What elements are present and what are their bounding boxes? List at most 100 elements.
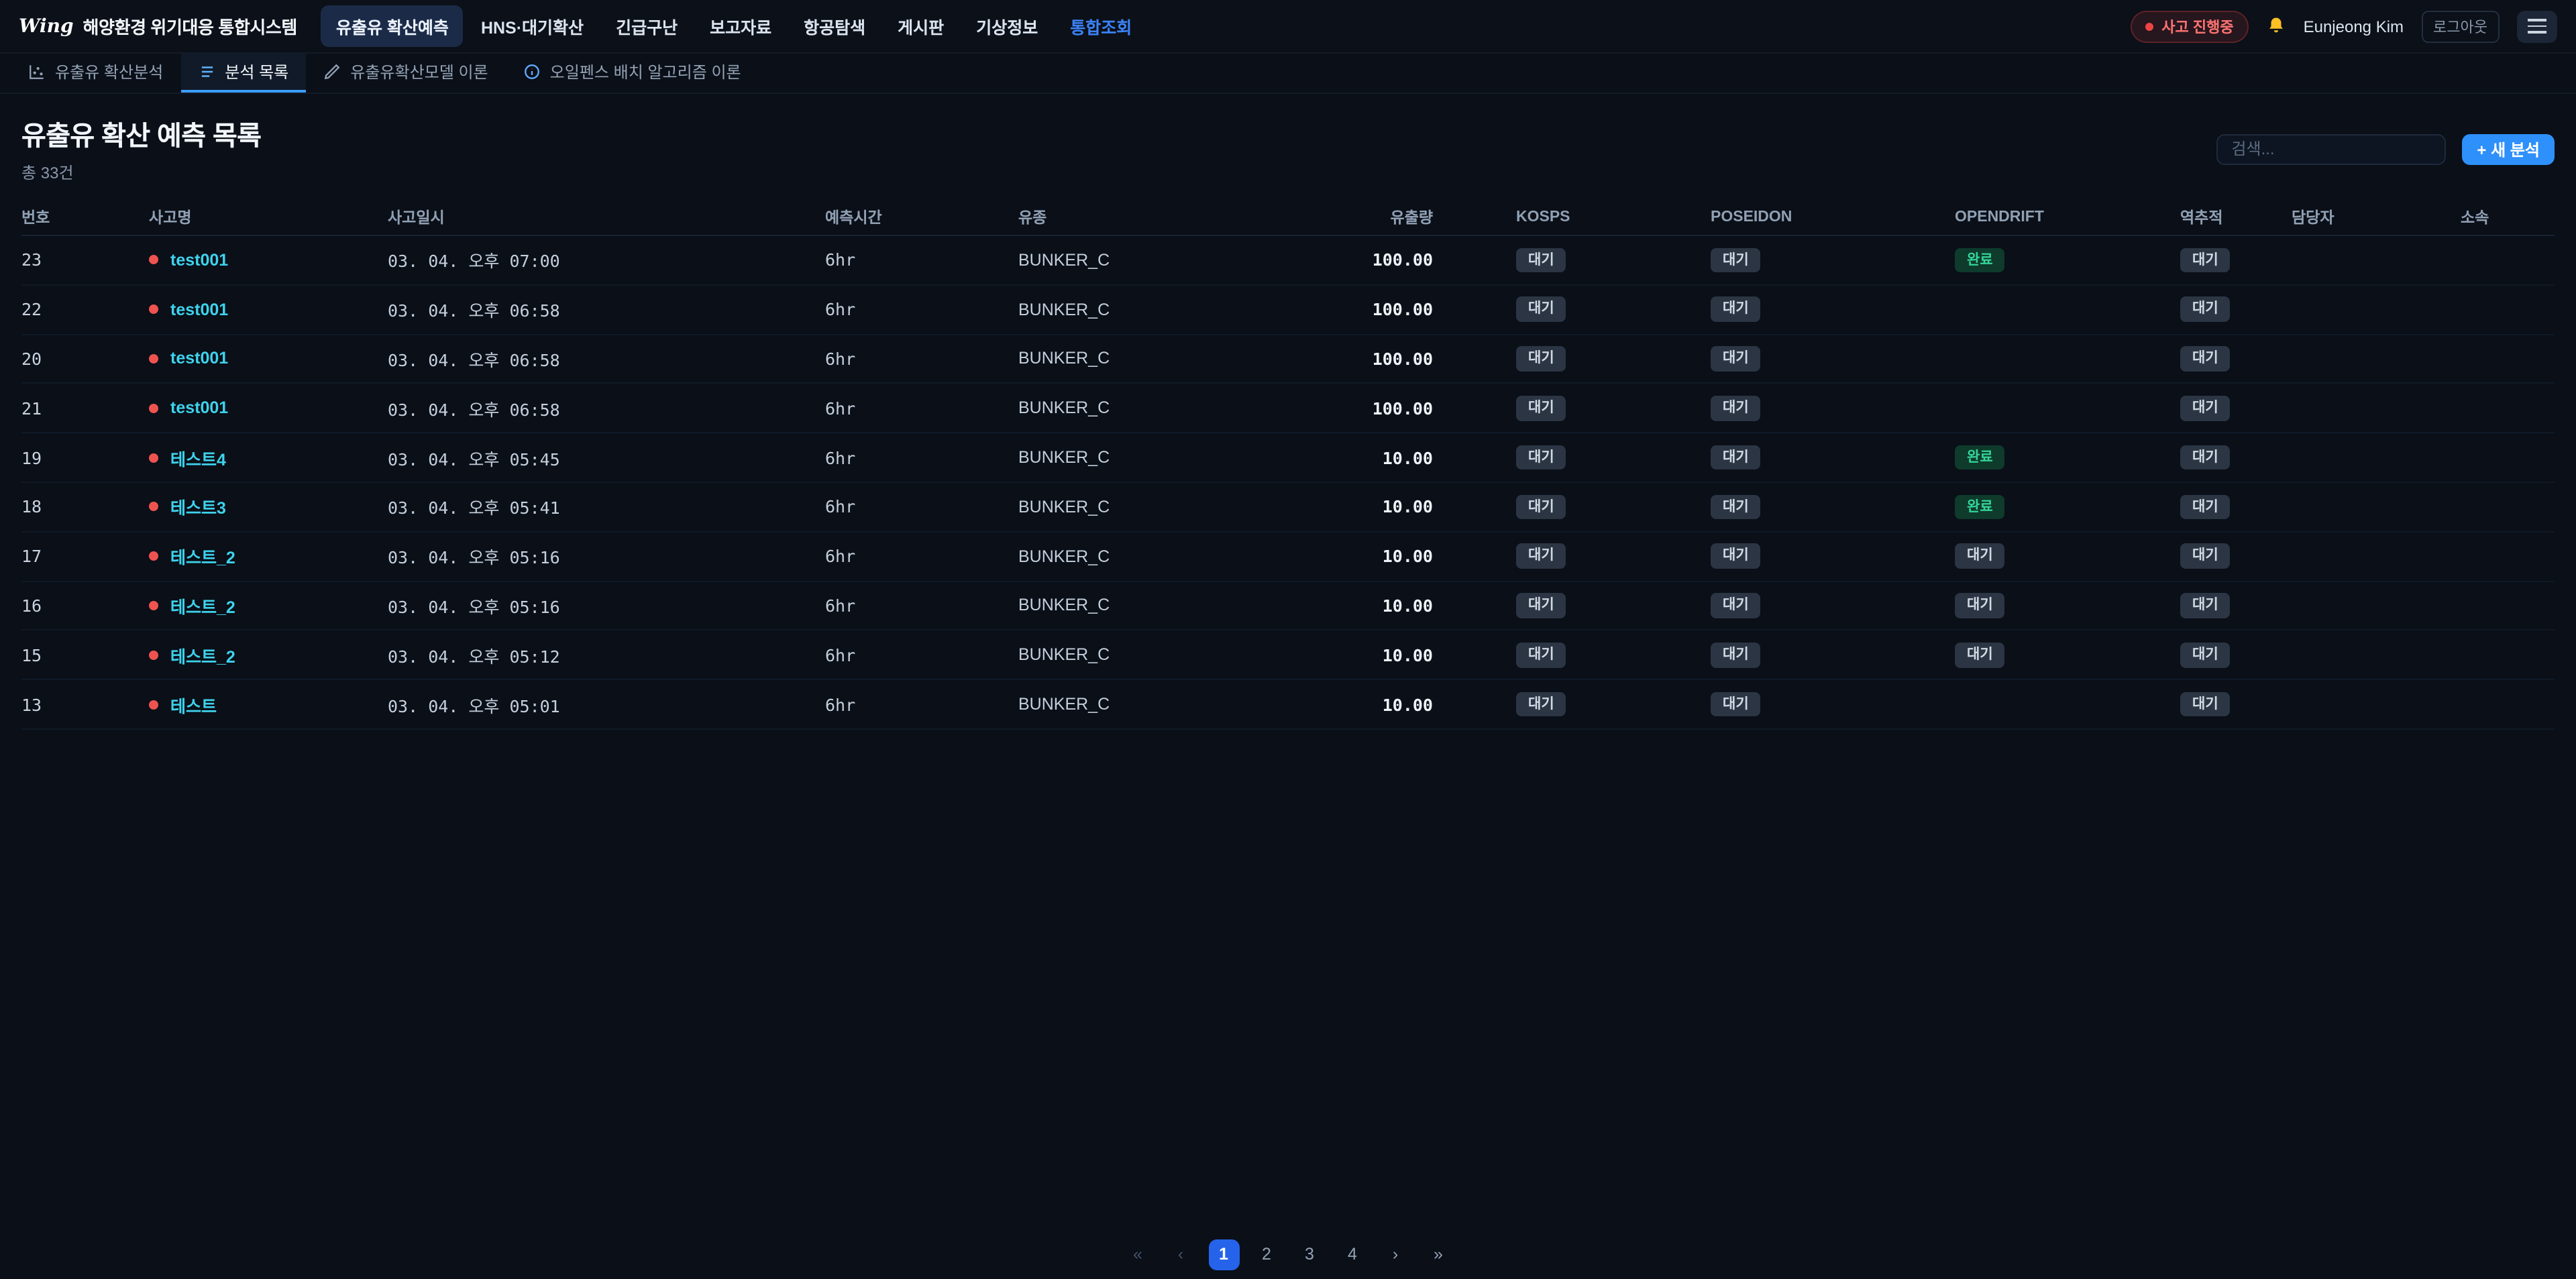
- incident-name-link[interactable]: 테스트_2: [170, 643, 235, 668]
- incident-name-link[interactable]: 테스트4: [170, 445, 226, 470]
- tab-1[interactable]: 분석 목록: [180, 54, 306, 93]
- cell-spill-amount: 10.00: [1273, 645, 1516, 665]
- nav-item-3[interactable]: 보고자료: [695, 5, 786, 47]
- cell-kosps-status: 대기: [1516, 494, 1711, 519]
- cell-datetime: 03. 04. 오후 05:16: [388, 543, 825, 569]
- pagination-next-button[interactable]: ›: [1380, 1239, 1411, 1270]
- pagination-page-3[interactable]: 3: [1294, 1239, 1325, 1270]
- status-badge-done: 완료: [1955, 494, 2005, 519]
- status-badge-wait: 대기: [1711, 494, 1761, 519]
- table-row[interactable]: 21test00103. 04. 오후 06:586hrBUNKER_C100.…: [21, 384, 2555, 434]
- pagination-prev-button[interactable]: ‹: [1165, 1239, 1196, 1270]
- cell-datetime: 03. 04. 오후 06:58: [388, 346, 825, 372]
- status-badge-wait: 대기: [1711, 297, 1761, 322]
- cell-backtrack-status: 대기: [2180, 297, 2292, 322]
- incident-name-link[interactable]: test001: [170, 300, 228, 319]
- table-row[interactable]: 19테스트403. 04. 오후 05:456hrBUNKER_C10.00대기…: [21, 433, 2555, 483]
- pagination-last-button[interactable]: »: [1423, 1239, 1454, 1270]
- cell-spill-amount: 10.00: [1273, 596, 1516, 616]
- cell-kosps-status: 대기: [1516, 643, 1711, 667]
- cell-forecast-hours: 6hr: [825, 398, 1018, 419]
- nav-item-4[interactable]: 항공탐색: [789, 5, 880, 47]
- menu-icon[interactable]: [2517, 10, 2557, 42]
- incident-name-link[interactable]: 테스트: [170, 691, 217, 717]
- table-body: 23test00103. 04. 오후 07:006hrBUNKER_C100.…: [21, 236, 2555, 730]
- table-row[interactable]: 17테스트_203. 04. 오후 05:166hrBUNKER_C10.00대…: [21, 533, 2555, 582]
- tab-label: 오일펜스 배치 알고리즘 이론: [550, 60, 741, 83]
- search-input[interactable]: [2216, 133, 2446, 164]
- table-row[interactable]: 18테스트303. 04. 오후 05:416hrBUNKER_C10.00대기…: [21, 483, 2555, 533]
- nav-item-5[interactable]: 게시판: [883, 5, 959, 47]
- status-badge-wait: 대기: [2180, 297, 2231, 322]
- nav-item-6[interactable]: 기상정보: [961, 5, 1053, 47]
- cell-no: 20: [21, 349, 149, 369]
- pen-line-icon: [323, 63, 341, 80]
- cell-datetime: 03. 04. 오후 05:41: [388, 494, 825, 520]
- table-row[interactable]: 13테스트03. 04. 오후 05:016hrBUNKER_C10.00대기대…: [21, 680, 2555, 730]
- cell-spill-amount: 10.00: [1273, 447, 1516, 467]
- pagination-first-button[interactable]: «: [1122, 1239, 1153, 1270]
- cell-backtrack-status: 대기: [2180, 544, 2292, 569]
- pagination-page-2[interactable]: 2: [1251, 1239, 1282, 1270]
- cell-poseidon-status: 대기: [1711, 396, 1955, 421]
- cell-oil-type: BUNKER_C: [1018, 498, 1273, 516]
- status-badge-wait: 대기: [2180, 692, 2231, 717]
- status-badge-wait: 대기: [1516, 692, 1566, 717]
- cell-incident-name: 테스트_2: [149, 543, 388, 569]
- cell-forecast-hours: 6hr: [825, 349, 1018, 369]
- cell-opendrift-status: 대기: [1955, 544, 2180, 569]
- cell-forecast-hours: 6hr: [825, 546, 1018, 566]
- nav-item-7[interactable]: 통합조회: [1055, 5, 1146, 47]
- incident-status-dot-icon: [149, 256, 158, 265]
- brand[interactable]: Wing 해양환경 위기대응 통합시스템: [19, 13, 297, 39]
- page-title-block: 유출유 확산 예측 목록 총 33건: [21, 114, 261, 184]
- page-header: 유출유 확산 예측 목록 총 33건 + 새 분석: [0, 94, 2576, 200]
- incident-name-link[interactable]: test001: [170, 251, 228, 270]
- cell-backtrack-status: 대기: [2180, 593, 2292, 618]
- table-row[interactable]: 16테스트_203. 04. 오후 05:166hrBUNKER_C10.00대…: [21, 581, 2555, 631]
- incident-status-dot-icon: [149, 304, 158, 314]
- cell-opendrift-status: 대기: [1955, 593, 2180, 618]
- cell-no: 18: [21, 497, 149, 517]
- nav-item-1[interactable]: HNS·대기확산: [466, 5, 598, 47]
- cell-kosps-status: 대기: [1516, 247, 1711, 272]
- table-row[interactable]: 20test00103. 04. 오후 06:586hrBUNKER_C100.…: [21, 335, 2555, 384]
- cell-datetime: 03. 04. 오후 06:58: [388, 296, 825, 322]
- column-header-11: 소속: [2461, 207, 2555, 228]
- column-header-5: 유출량: [1273, 207, 1516, 228]
- status-badge-wait: 대기: [1955, 643, 2005, 667]
- table-row[interactable]: 15테스트_203. 04. 오후 05:126hrBUNKER_C10.00대…: [21, 631, 2555, 681]
- cell-backtrack-status: 대기: [2180, 643, 2292, 667]
- tab-2[interactable]: 유출유확산모델 이론: [306, 54, 505, 93]
- table-row[interactable]: 22test00103. 04. 오후 06:586hrBUNKER_C100.…: [21, 286, 2555, 335]
- cell-spill-amount: 10.00: [1273, 546, 1516, 566]
- cell-oil-type: BUNKER_C: [1018, 646, 1273, 665]
- status-badge-wait: 대기: [1711, 643, 1761, 667]
- cell-backtrack-status: 대기: [2180, 445, 2292, 470]
- cell-forecast-hours: 6hr: [825, 694, 1018, 714]
- table-row[interactable]: 23test00103. 04. 오후 07:006hrBUNKER_C100.…: [21, 236, 2555, 286]
- incident-name-link[interactable]: 테스트_2: [170, 543, 235, 569]
- cell-poseidon-status: 대기: [1711, 544, 1955, 569]
- pagination-page-1[interactable]: 1: [1208, 1239, 1239, 1270]
- pagination-page-4[interactable]: 4: [1337, 1239, 1368, 1270]
- notification-bell-icon[interactable]: [2266, 16, 2286, 36]
- cell-no: 22: [21, 299, 149, 319]
- incident-name-link[interactable]: test001: [170, 399, 228, 418]
- tab-3[interactable]: 오일펜스 배치 알고리즘 이론: [506, 54, 759, 93]
- status-badge-wait: 대기: [1516, 445, 1566, 470]
- incident-status-dot-icon: [149, 354, 158, 364]
- incident-name-link[interactable]: 테스트3: [170, 494, 226, 520]
- cell-backtrack-status: 대기: [2180, 494, 2292, 519]
- cell-oil-type: BUNKER_C: [1018, 251, 1273, 270]
- nav-item-0[interactable]: 유출유 확산예측: [321, 5, 464, 47]
- new-analysis-button[interactable]: + 새 분석: [2462, 133, 2555, 164]
- incident-name-link[interactable]: test001: [170, 349, 228, 368]
- incident-name-link[interactable]: 테스트_2: [170, 593, 235, 618]
- cell-backtrack-status: 대기: [2180, 346, 2292, 371]
- incident-status-badge[interactable]: 사고 진행중: [2131, 10, 2248, 42]
- tab-0[interactable]: 유출유 확산분석: [11, 54, 180, 93]
- nav-item-2[interactable]: 긴급구난: [601, 5, 692, 47]
- status-badge-wait: 대기: [1711, 247, 1761, 272]
- logout-button[interactable]: 로그아웃: [2421, 10, 2500, 42]
